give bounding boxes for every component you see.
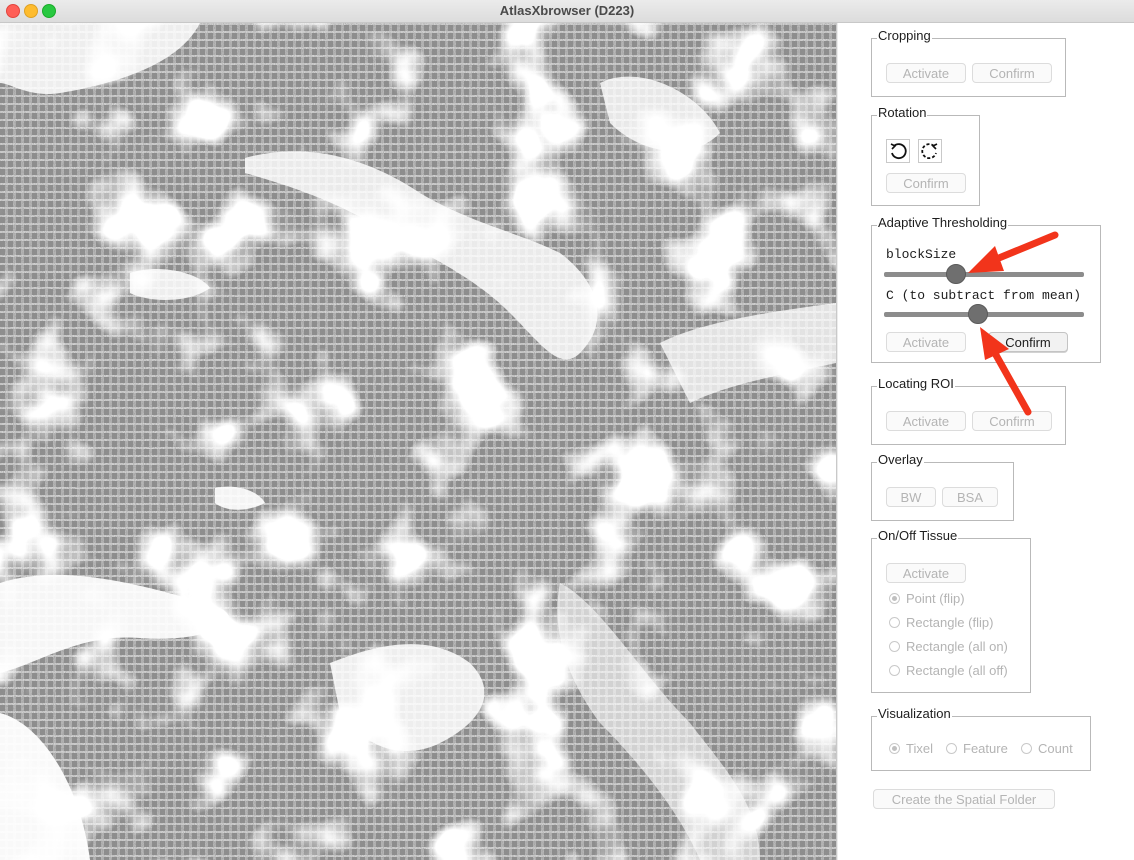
rotation-group: Rotation Confirm [871,105,980,206]
tissue-option-label: Rectangle (all off) [906,663,1008,678]
radio-button[interactable] [889,593,900,604]
radio-button[interactable] [889,617,900,628]
blocksize-slider-handle[interactable] [946,264,966,284]
tissue-image-canvas[interactable] [0,23,837,860]
tissue-option-rectangle-flip[interactable]: Rectangle (flip) [889,614,993,632]
c-slider-handle[interactable] [968,304,988,324]
blocksize-slider-track[interactable] [884,272,1084,277]
overlay-group-title: Overlay [877,452,924,467]
tissue-option-label: Rectangle (flip) [906,615,994,630]
overlay-bsa-button[interactable]: BSA [942,487,998,507]
minimize-window-button[interactable] [24,4,38,18]
visualization-group: Visualization Tixel Feature Count [871,706,1091,771]
maximize-window-button[interactable] [42,4,56,18]
roi-confirm-button[interactable]: Confirm [972,411,1052,431]
tissue-option-label: Rectangle (all on) [906,639,1008,654]
overlay-bw-button[interactable]: BW [886,487,936,507]
adaptive-confirm-button[interactable]: Confirm [988,332,1068,352]
adaptive-activate-button[interactable]: Activate [886,332,966,352]
create-spatial-folder-button[interactable]: Create the Spatial Folder [873,789,1055,809]
cropping-activate-button[interactable]: Activate [886,63,966,83]
adaptive-thresholding-group: Adaptive Thresholding blockSize C (to su… [871,215,1101,363]
radio-button[interactable] [889,665,900,676]
visualization-option-feature[interactable]: Feature [946,740,1008,758]
control-panel: Cropping Activate Confirm Rotation Confi… [838,23,1134,860]
radio-button[interactable] [946,743,957,754]
radio-button[interactable] [889,641,900,652]
on-off-tissue-group-title: On/Off Tissue [877,528,959,543]
rotation-confirm-button[interactable]: Confirm [886,173,966,193]
window-title: AtlasXbrowser (D223) [499,3,635,18]
locating-roi-group-title: Locating ROI [877,376,955,391]
locating-roi-group: Locating ROI Activate Confirm [871,376,1066,445]
rotate-clockwise-icon [921,143,938,160]
adaptive-thresholding-group-title: Adaptive Thresholding [877,215,1009,230]
thresholded-tissue-image [0,23,836,860]
rotate-counterclockwise-icon [890,143,907,160]
tissue-option-point-flip[interactable]: Point (flip) [889,590,965,608]
close-window-button[interactable] [6,4,20,18]
cropping-group-title: Cropping [877,28,932,43]
rotation-group-title: Rotation [877,105,928,120]
on-off-tissue-group: On/Off Tissue Activate Point (flip) Rect… [871,528,1031,693]
visualization-option-tixel[interactable]: Tixel [889,740,933,758]
visualization-option-label: Count [1038,741,1073,756]
tissue-activate-button[interactable]: Activate [886,563,966,583]
visualization-option-count[interactable]: Count [1021,740,1073,758]
rotate-counterclockwise-button[interactable] [886,139,910,163]
rotate-clockwise-button[interactable] [918,139,942,163]
tissue-option-label: Point (flip) [906,591,965,606]
cropping-confirm-button[interactable]: Confirm [972,63,1052,83]
overlay-group: Overlay BW BSA [871,452,1014,521]
radio-button[interactable] [889,743,900,754]
visualization-option-label: Feature [963,741,1008,756]
visualization-group-title: Visualization [877,706,952,721]
tissue-option-rectangle-all-on[interactable]: Rectangle (all on) [889,638,1008,656]
window-titlebar: AtlasXbrowser (D223) [0,0,1134,23]
blocksize-label: blockSize [886,247,957,262]
cropping-group: Cropping Activate Confirm [871,28,1066,97]
visualization-option-label: Tixel [906,741,933,756]
c-label: C (to subtract from mean) [886,288,1082,303]
radio-button[interactable] [1021,743,1032,754]
roi-activate-button[interactable]: Activate [886,411,966,431]
tissue-option-rectangle-all-off[interactable]: Rectangle (all off) [889,662,1008,680]
